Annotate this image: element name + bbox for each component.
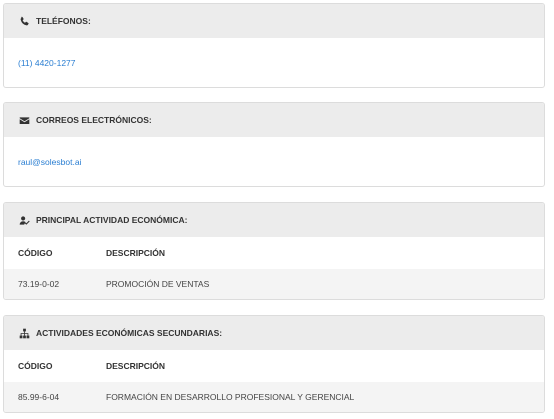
correos-title: CORREOS ELECTRÓNICOS:	[36, 115, 152, 125]
user-check-icon	[18, 214, 30, 226]
activity-description: PROMOCIÓN DE VENTAS	[92, 269, 544, 299]
principal-actividad-panel: PRINCIPAL ACTIVIDAD ECONÓMICA: CÓDIGO DE…	[3, 202, 545, 300]
correos-panel: CORREOS ELECTRÓNICOS: raul@solesbot.ai	[3, 102, 545, 187]
description-column-header: DESCRIPCIÓN	[106, 361, 166, 371]
telefonos-title: TELÉFONOS:	[36, 16, 91, 26]
telefonos-panel: TELÉFONOS: (11) 4420-1277	[3, 3, 545, 88]
secundarias-title: ACTIVIDADES ECONÓMICAS SECUNDARIAS:	[36, 328, 223, 338]
secundarias-panel: ACTIVIDADES ECONÓMICAS SECUNDARIAS: CÓDI…	[3, 315, 545, 413]
activity-description: FORMACIÓN EN DESARROLLO PROFESIONAL Y GE…	[92, 382, 544, 412]
correos-body: raul@solesbot.ai	[4, 137, 544, 186]
activity-code: 73.19-0-02	[4, 269, 92, 299]
correos-header: CORREOS ELECTRÓNICOS:	[4, 103, 544, 137]
telefonos-body: (11) 4420-1277	[4, 38, 544, 87]
principal-table: CÓDIGO DESCRIPCIÓN 73.19-0-02 PROMOCIÓN …	[4, 237, 544, 299]
telefonos-header: TELÉFONOS:	[4, 4, 544, 38]
table-row: 85.99-6-04 FORMACIÓN EN DESARROLLO PROFE…	[4, 382, 544, 412]
email-link[interactable]: raul@solesbot.ai	[18, 157, 81, 167]
code-column-header: CÓDIGO	[18, 248, 53, 258]
envelope-icon	[18, 114, 30, 126]
secundarias-header: ACTIVIDADES ECONÓMICAS SECUNDARIAS:	[4, 316, 544, 350]
description-column-header: DESCRIPCIÓN	[106, 248, 166, 258]
table-header-row: CÓDIGO DESCRIPCIÓN	[4, 350, 544, 382]
principal-title: PRINCIPAL ACTIVIDAD ECONÓMICA:	[36, 215, 188, 225]
sitemap-icon	[18, 327, 30, 339]
phone-link[interactable]: (11) 4420-1277	[18, 58, 76, 68]
code-column-header: CÓDIGO	[18, 361, 53, 371]
table-header-row: CÓDIGO DESCRIPCIÓN	[4, 237, 544, 269]
secundarias-table: CÓDIGO DESCRIPCIÓN 85.99-6-04 FORMACIÓN …	[4, 350, 544, 412]
activity-code: 85.99-6-04	[4, 382, 92, 412]
table-row: 73.19-0-02 PROMOCIÓN DE VENTAS	[4, 269, 544, 299]
principal-header: PRINCIPAL ACTIVIDAD ECONÓMICA:	[4, 203, 544, 237]
phone-icon	[18, 15, 30, 27]
